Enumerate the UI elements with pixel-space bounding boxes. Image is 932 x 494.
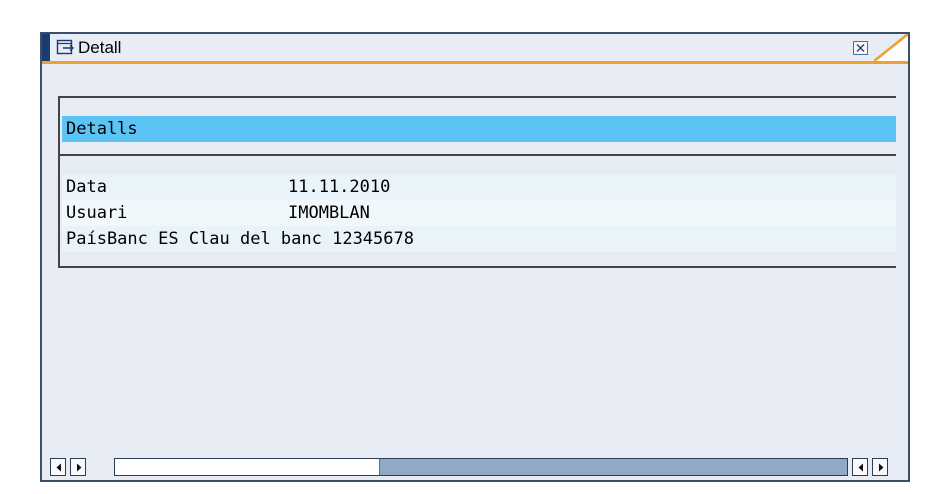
screen: Detall Detalls Data 11.11.2010 Usuari IM…	[0, 0, 932, 494]
close-icon	[856, 44, 865, 52]
list-row-bank[interactable]: PaísBanc ES Clau del banc 12345678	[62, 226, 896, 252]
list-header[interactable]: Detalls	[62, 116, 896, 142]
title-accent-bar	[42, 34, 50, 61]
scroll-thumb[interactable]	[379, 459, 847, 475]
arrow-right-icon	[879, 463, 884, 472]
title-corner-decoration	[874, 34, 908, 61]
horizontal-scrollbar[interactable]	[46, 458, 904, 478]
scroll-right-button[interactable]	[70, 458, 86, 476]
arrow-left-icon	[858, 463, 863, 472]
list-row-usuari[interactable]: Usuari IMOMBLAN	[62, 200, 896, 226]
dialog-title: Detall	[78, 38, 122, 57]
dialog-content: Detalls Data 11.11.2010 Usuari IMOMBLAN …	[42, 64, 908, 454]
scroll-track[interactable]	[114, 458, 848, 476]
list-row-data[interactable]: Data 11.11.2010	[62, 174, 896, 200]
close-button[interactable]	[853, 41, 868, 55]
detail-list: Detalls Data 11.11.2010 Usuari IMOMBLAN …	[58, 96, 896, 268]
row-label: Data	[66, 177, 107, 197]
title-bar: Detall	[42, 34, 908, 64]
list-separator	[60, 154, 896, 156]
row-value: IMOMBLAN	[288, 203, 370, 223]
row-value: 11.11.2010	[288, 177, 391, 197]
list-rows: Data 11.11.2010 Usuari IMOMBLAN PaísBanc…	[62, 174, 896, 252]
row-label: Usuari	[66, 203, 128, 223]
display-window-icon	[56, 39, 75, 55]
scroll-right-button-2[interactable]	[872, 458, 888, 476]
scroll-left-button-2[interactable]	[852, 458, 868, 476]
row-label: PaísBanc ES Clau del banc 12345678	[66, 229, 414, 249]
arrow-left-icon	[56, 463, 61, 472]
arrow-right-icon	[77, 463, 82, 472]
scroll-left-button[interactable]	[50, 458, 66, 476]
detail-dialog: Detall Detalls Data 11.11.2010 Usuari IM…	[40, 32, 910, 482]
